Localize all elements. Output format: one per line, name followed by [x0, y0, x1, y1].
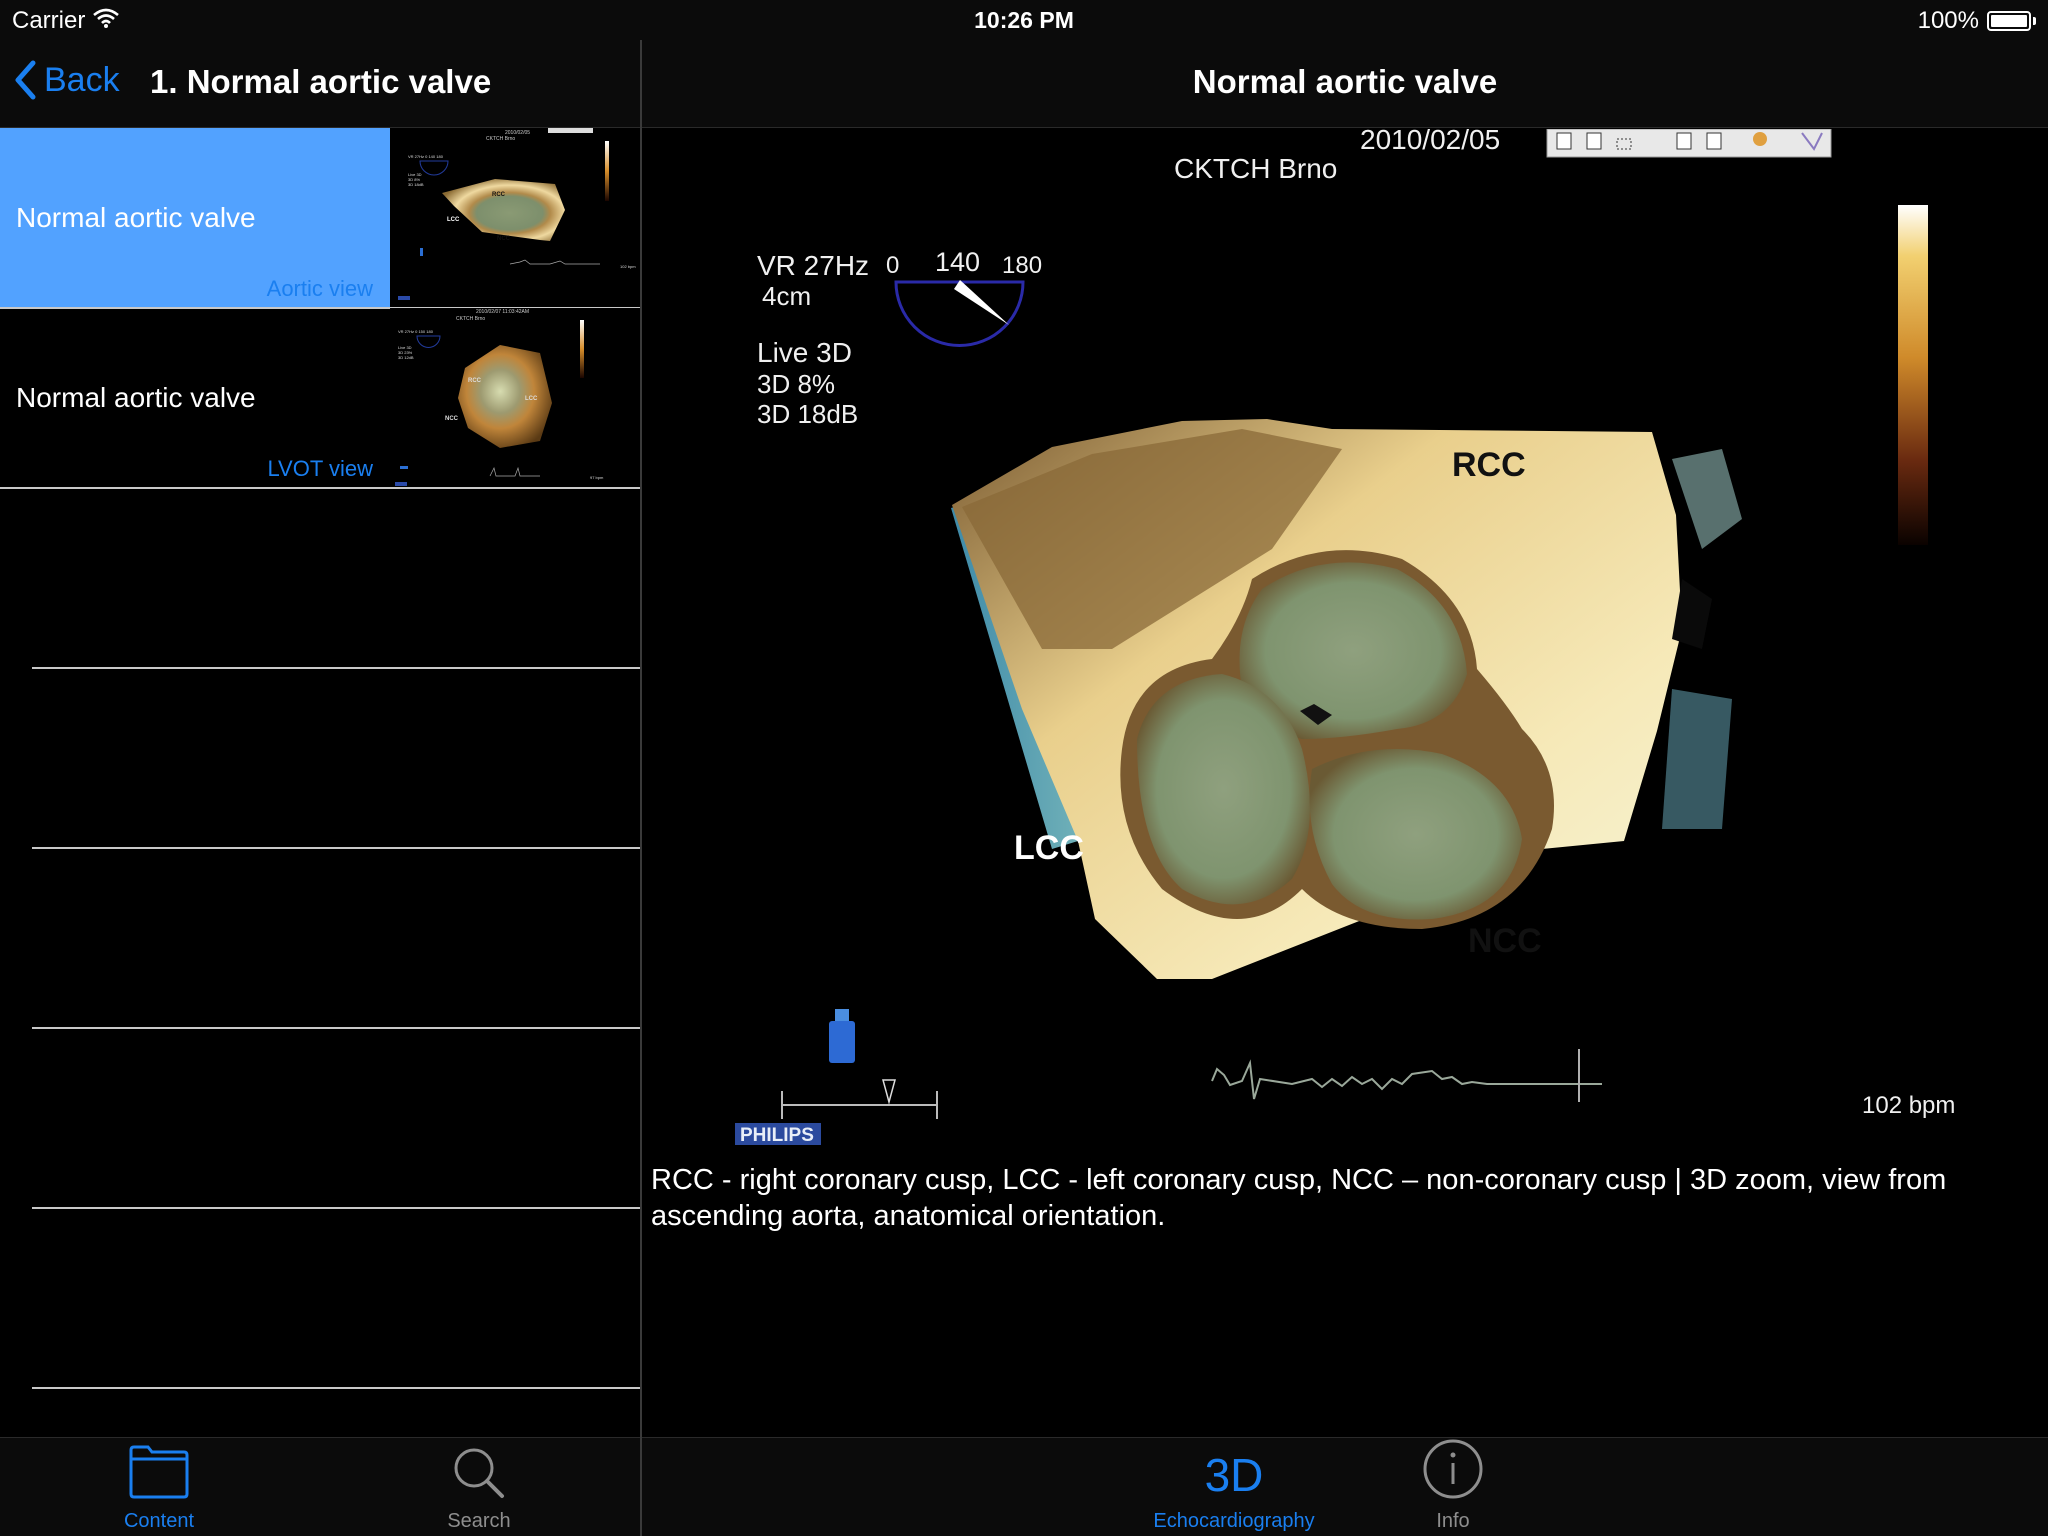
- color-scale-bar: [1898, 205, 1928, 545]
- tab-label: Content: [123, 1510, 195, 1532]
- thumb-bpm: 97 bpm: [590, 475, 604, 480]
- master-pane: Back 1. Normal aortic valve Normal aorti…: [0, 0, 640, 1536]
- echo-compression: 3D 18dB: [757, 399, 858, 429]
- tab-label: Echocardiography: [1153, 1510, 1315, 1532]
- philips-logo: PHILIPS: [735, 1123, 821, 1146]
- tab-content[interactable]: Content: [59, 1438, 259, 1536]
- echo-mode: Live 3D: [757, 337, 852, 368]
- angle-value: 140: [935, 247, 980, 277]
- list-item[interactable]: Normal aortic valve Aortic view 2010/02/…: [0, 128, 640, 308]
- thumb-date: 2010/02/07 11:03:42AM: [476, 309, 529, 315]
- back-label: Back: [44, 60, 120, 99]
- angle-min: 0: [886, 252, 899, 279]
- 3d-icon: 3D: [1204, 1449, 1264, 1501]
- thumb-label-lcc: LCC: [447, 217, 460, 223]
- tab-label: Info: [1436, 1510, 1470, 1532]
- label-rcc: RCC: [1452, 446, 1526, 484]
- echo-depth: 4cm: [762, 281, 811, 311]
- heart-rate: 102 bpm: [1862, 1092, 1955, 1119]
- label-ncc: NCC: [1468, 922, 1542, 960]
- empty-row: [0, 848, 640, 1028]
- list-item-subtitle: Aortic view: [266, 276, 373, 301]
- info-icon: [1423, 1439, 1483, 1499]
- detail-title: Normal aortic valve: [1192, 63, 1498, 100]
- list-item-title: Normal aortic valve: [16, 202, 256, 233]
- master-nav-bar: Back 1. Normal aortic valve: [0, 40, 640, 128]
- tab-echocardiography[interactable]: 3D Echocardiography: [1134, 1438, 1334, 1536]
- thumb-label-rcc: RCC: [468, 378, 482, 384]
- master-title: 1. Normal aortic valve: [150, 63, 492, 100]
- echo-gain: 3D 8%: [757, 369, 835, 399]
- svg-text:PHILIPS: PHILIPS: [740, 1125, 814, 1146]
- battery-tip: [2033, 17, 2036, 25]
- detail-nav-bar: Normal aortic valve: [642, 40, 2048, 128]
- tab-info[interactable]: Info: [1353, 1438, 1553, 1536]
- tab-search[interactable]: Search: [379, 1438, 579, 1536]
- detail-tab-bar: 3D Echocardiography Info: [642, 1437, 2048, 1536]
- capture-toolbar: [1546, 129, 1832, 158]
- clock: 10:26 PM: [974, 7, 1074, 33]
- echo-vr: VR 27Hz: [757, 250, 869, 281]
- svg-text:VR 27Hz 0 150 180: VR 27Hz 0 150 180: [398, 329, 434, 334]
- search-icon: [454, 1448, 504, 1498]
- empty-row: [0, 1208, 640, 1388]
- angle-gauge: [894, 280, 1025, 347]
- video-thumbnail: 2010/02/05 CKTCH Brno VR 27Hz 0 140 180 …: [390, 128, 640, 307]
- list-item-subtitle: LVOT view: [267, 456, 373, 481]
- probe-icon: [829, 1009, 855, 1063]
- echo-site: CKTCH Brno: [1174, 153, 1337, 184]
- empty-row: [0, 1028, 640, 1208]
- thumb-label-lcc: LCC: [525, 396, 538, 402]
- master-tab-bar: Content Search: [0, 1437, 640, 1536]
- thumb-site: CKTCH Brno: [456, 316, 485, 322]
- row-separator: [32, 1387, 640, 1389]
- folder-icon: [129, 1445, 189, 1499]
- video-list: Normal aortic valve Aortic view 2010/02/…: [0, 128, 640, 1389]
- battery-fill: [1991, 15, 2027, 27]
- battery-percent: 100%: [1917, 7, 1979, 34]
- tab-label: Search: [447, 1510, 511, 1532]
- svg-text:3D 18dB: 3D 18dB: [408, 182, 424, 187]
- status-bar: Carrier 10:26 PM 100%: [0, 0, 2048, 40]
- chevron-left-icon: [15, 60, 36, 100]
- empty-row: [0, 488, 640, 668]
- thumb-label-ncc: NCC: [445, 416, 459, 422]
- thumb-bpm: 102 bpm: [620, 264, 636, 269]
- angle-needle: [954, 280, 1009, 325]
- battery-icon: [1987, 11, 2031, 31]
- split-divider: [640, 40, 642, 1536]
- echo-date: 2010/02/05: [1360, 129, 1500, 155]
- svg-text:3D 12dB: 3D 12dB: [398, 355, 414, 360]
- list-item[interactable]: Normal aortic valve LVOT view 2010/02/07…: [0, 308, 640, 488]
- list-item-title: Normal aortic valve: [16, 382, 256, 413]
- angle-max: 180: [1002, 252, 1042, 279]
- svg-text:VR 27Hz 0 140 180: VR 27Hz 0 140 180: [408, 154, 444, 159]
- back-button[interactable]: Back: [14, 60, 120, 100]
- thumb-site: CKTCH Brno: [486, 136, 515, 142]
- battery-indicator: 100%: [1918, 7, 2036, 35]
- thumb-label-rcc: RCC: [492, 192, 506, 198]
- valve-3d-render: [951, 419, 1742, 979]
- ecg-trace: [1211, 1059, 1602, 1100]
- depth-ruler: [781, 1079, 938, 1119]
- video-caption: RCC - right coronary cusp, LCC - left co…: [651, 1164, 1947, 1232]
- empty-row: [0, 668, 640, 848]
- thumb-label-ncc: NCC: [497, 236, 511, 242]
- echo-video-frame[interactable]: 2010/02/05 CKTCH Brno VR 27Hz 0 140 180 …: [642, 129, 2048, 1159]
- video-thumbnail: 2010/02/07 11:03:42AM CKTCH Brno VR 27Hz…: [390, 308, 640, 487]
- label-lcc: LCC: [1014, 829, 1084, 867]
